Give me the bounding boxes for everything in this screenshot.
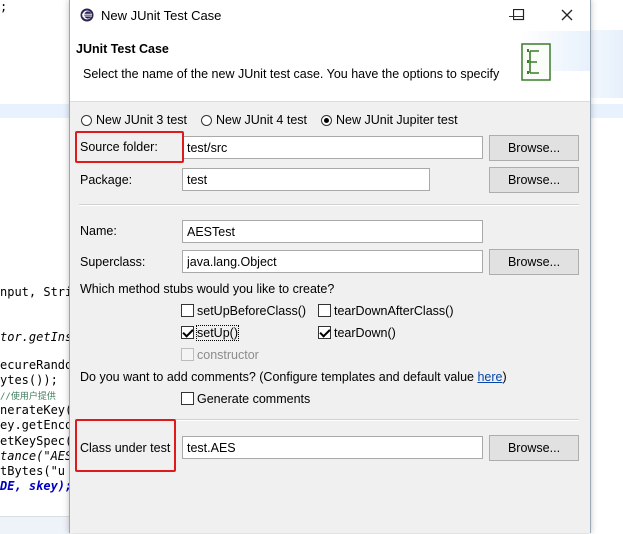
code-line: ; [0, 0, 8, 14]
setup-checkbox[interactable] [181, 326, 194, 339]
code-line: ecureRando [0, 358, 73, 372]
annotation-box-source-folder [75, 131, 184, 163]
maximize-icon [512, 8, 525, 21]
superclass-label: Superclass: [80, 255, 146, 269]
code-line: nerateKey( [0, 403, 73, 417]
wizard-description: Select the name of the new JUnit test ca… [83, 67, 500, 81]
setupbeforeclass-checkbox[interactable] [181, 304, 194, 317]
wizard-title: JUnit Test Case [76, 42, 169, 56]
setupbeforeclass-label[interactable]: setUpBeforeClass() [197, 304, 306, 318]
annotation-box-class-under-test [75, 419, 176, 472]
radio-junit3[interactable] [81, 115, 92, 126]
constructor-label[interactable]: constructor [197, 348, 259, 362]
superclass-browse-button[interactable]: Browse... [489, 249, 579, 275]
editor-line-highlight [0, 104, 70, 118]
radio-junit-jupiter-label[interactable]: New JUnit Jupiter test [336, 113, 458, 127]
method-stubs-question: Which method stubs would you like to cre… [80, 282, 335, 296]
teardown-label[interactable]: tearDown() [334, 326, 396, 340]
editor-line-highlight-right [588, 104, 623, 118]
package-browse-button[interactable]: Browse... [489, 167, 579, 193]
title-bar: New JUnit Test Case — [70, 0, 590, 31]
radio-junit4-label[interactable]: New JUnit 4 test [216, 113, 307, 127]
junit-wizard-icon [521, 43, 551, 81]
close-button[interactable] [557, 6, 577, 24]
package-input[interactable] [182, 168, 430, 191]
code-line: ey.getEnco [0, 418, 73, 432]
generate-comments-checkbox[interactable] [181, 392, 194, 405]
teardownafterclass-checkbox[interactable] [318, 304, 331, 317]
radio-junit3-label[interactable]: New JUnit 3 test [96, 113, 187, 127]
radio-junit4[interactable] [201, 115, 212, 126]
constructor-checkbox[interactable] [181, 348, 194, 361]
class-under-test-input[interactable] [182, 436, 483, 459]
code-line: ytes()); [0, 373, 58, 387]
comments-question-suffix: ) [502, 370, 507, 384]
separator [79, 204, 579, 206]
superclass-input[interactable] [182, 250, 483, 273]
new-junit-test-case-dialog: New JUnit Test Case — JUnit Test Case Se… [69, 0, 591, 533]
source-folder-browse-button[interactable]: Browse... [489, 135, 579, 161]
class-under-test-browse-button[interactable]: Browse... [489, 435, 579, 461]
teardown-checkbox[interactable] [318, 326, 331, 339]
setup-label[interactable]: setUp() [196, 325, 239, 341]
radio-junit-jupiter[interactable] [321, 115, 332, 126]
maximize-button[interactable] [509, 6, 529, 24]
generate-comments-label[interactable]: Generate comments [197, 392, 310, 406]
teardownafterclass-label[interactable]: tearDownAfterClass() [334, 304, 453, 318]
configure-templates-link[interactable]: here [477, 370, 502, 384]
editor-bottom-bar [0, 516, 70, 534]
name-input[interactable] [182, 220, 483, 243]
name-label: Name: [80, 224, 117, 238]
close-icon [561, 9, 573, 21]
code-line: //使用户提供 [0, 392, 56, 402]
wizard-header: JUnit Test Case Select the name of the n… [70, 31, 590, 102]
code-line: tor.getIns [0, 330, 73, 344]
code-line: DE, skey); [0, 479, 73, 493]
package-label: Package: [80, 173, 133, 187]
eclipse-app-icon [80, 8, 94, 22]
code-line: tance("AES [0, 449, 73, 463]
window-title: New JUnit Test Case [101, 8, 222, 23]
comments-question-prefix: Do you want to add comments? (Configure … [80, 370, 478, 384]
code-line: nput, Stri [0, 285, 73, 299]
source-folder-input[interactable] [182, 136, 483, 159]
code-line: tBytes("u [0, 464, 66, 478]
comments-question: Do you want to add comments? (Configure … [80, 370, 507, 384]
code-line: etKeySpec( [0, 434, 73, 448]
